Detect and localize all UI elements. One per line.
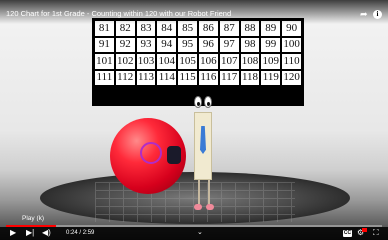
floor-grid <box>95 182 295 222</box>
subtitles-icon[interactable]: CC <box>343 230 352 237</box>
video-player[interactable]: 81 82 83 84 85 86 87 88 89 90 91 92 93 94 95 96 97 98 99 10… <box>0 0 388 240</box>
grid-cell: 114 <box>157 70 177 85</box>
grid-cell: 119 <box>261 70 281 85</box>
grid-cell: 118 <box>240 70 260 85</box>
chevron-down-icon[interactable]: ⌄ <box>197 228 203 236</box>
grid-cell: 106 <box>198 54 218 69</box>
grid-cell: 116 <box>198 70 218 85</box>
grid-cell: 91 <box>95 37 114 52</box>
grid-cell: 100 <box>282 37 301 52</box>
share-icon[interactable]: ➦ <box>360 10 368 19</box>
control-bar: ▶ ▶| ◀) <box>0 227 388 240</box>
grid-cell: 107 <box>219 54 239 69</box>
robot-eye-ring <box>140 142 162 164</box>
fullscreen-icon[interactable]: ⛶ <box>373 229 379 237</box>
grid-cell: 93 <box>136 37 156 52</box>
skip-next-icon[interactable]: ▶| <box>26 228 34 238</box>
grid-cell: 95 <box>178 37 197 52</box>
grid-cell: 102 <box>115 54 135 69</box>
play-icon[interactable]: ▶ <box>10 228 16 238</box>
grid-cell: 120 <box>282 70 301 85</box>
video-title[interactable]: 120 Chart for 1st Grade - Counting withi… <box>6 9 231 18</box>
grid-cell: 109 <box>261 54 281 69</box>
play-tooltip: Play (k) <box>22 215 45 222</box>
grid-cell: 115 <box>178 70 197 85</box>
ruler-character-eyes <box>193 96 213 110</box>
ruler-legs <box>198 180 210 204</box>
grid-cell: 110 <box>282 54 301 69</box>
grid-cell: 112 <box>115 70 135 85</box>
grid-cell: 98 <box>240 37 260 52</box>
grid-cell: 92 <box>115 37 135 52</box>
time-display: 0:24 / 2:59 <box>66 230 94 236</box>
ruler-shoes <box>194 204 214 210</box>
grid-cell: 117 <box>219 70 239 85</box>
grid-cell: 111 <box>95 70 114 85</box>
volume-icon[interactable]: ◀) <box>42 228 51 238</box>
grid-cell: 113 <box>136 70 156 85</box>
grid-cell: 96 <box>198 37 218 52</box>
time-total: 2:59 <box>82 230 95 236</box>
info-icon[interactable]: i <box>373 10 382 19</box>
robot-face-panel <box>167 146 181 164</box>
time-current: 0:24 <box>66 230 78 236</box>
grid-cell: 101 <box>95 54 114 69</box>
grid-cell: 103 <box>136 54 156 69</box>
grid-cell: 97 <box>219 37 239 52</box>
grid-cell: 94 <box>157 37 177 52</box>
grid-cell: 99 <box>261 37 281 52</box>
hd-badge <box>362 228 367 232</box>
grid-cell: 104 <box>157 54 177 69</box>
number-chart-grid: 81 82 83 84 85 86 87 88 89 90 91 92 93 94 95 96 97 98 99 10… <box>95 21 301 85</box>
grid-cell: 105 <box>178 54 197 69</box>
grid-cell: 108 <box>240 54 260 69</box>
